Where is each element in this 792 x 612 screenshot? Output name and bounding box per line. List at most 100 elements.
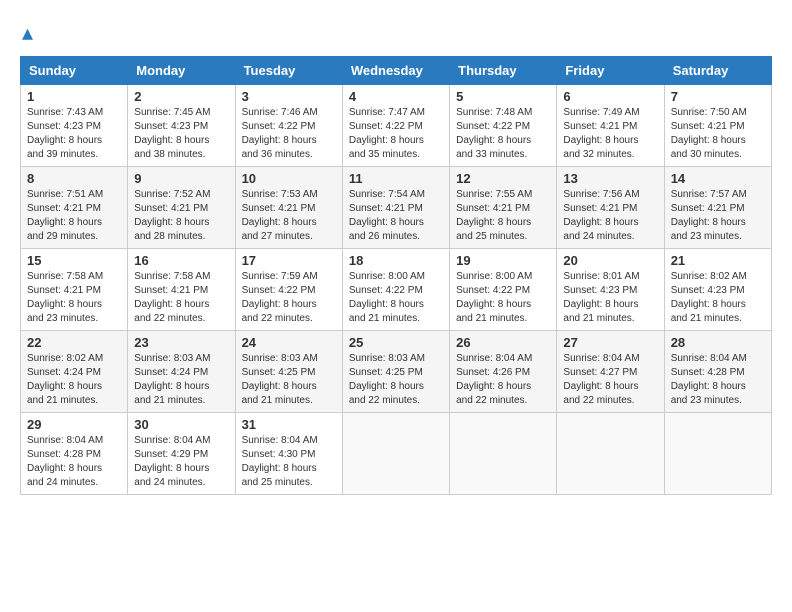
calendar-cell: 5 Sunrise: 7:48 AM Sunset: 4:22 PM Dayli… <box>450 85 557 167</box>
calendar-cell: 15 Sunrise: 7:58 AM Sunset: 4:21 PM Dayl… <box>21 249 128 331</box>
calendar-cell: 17 Sunrise: 7:59 AM Sunset: 4:22 PM Dayl… <box>235 249 342 331</box>
calendar-cell: 10 Sunrise: 7:53 AM Sunset: 4:21 PM Dayl… <box>235 167 342 249</box>
day-number: 1 <box>27 89 121 104</box>
calendar-cell: 29 Sunrise: 8:04 AM Sunset: 4:28 PM Dayl… <box>21 413 128 495</box>
calendar-cell <box>450 413 557 495</box>
cell-info: Sunrise: 7:59 AM Sunset: 4:22 PM Dayligh… <box>242 270 336 326</box>
calendar-cell: 21 Sunrise: 8:02 AM Sunset: 4:23 PM Dayl… <box>664 249 771 331</box>
cell-info: Sunrise: 8:04 AM Sunset: 4:26 PM Dayligh… <box>456 352 550 408</box>
cell-info: Sunrise: 8:00 AM Sunset: 4:22 PM Dayligh… <box>349 270 443 326</box>
cell-info: Sunrise: 7:46 AM Sunset: 4:22 PM Dayligh… <box>242 106 336 162</box>
calendar-week-row: 1 Sunrise: 7:43 AM Sunset: 4:23 PM Dayli… <box>21 85 772 167</box>
cell-info: Sunrise: 8:03 AM Sunset: 4:25 PM Dayligh… <box>349 352 443 408</box>
cell-info: Sunrise: 7:56 AM Sunset: 4:21 PM Dayligh… <box>563 188 657 244</box>
day-number: 25 <box>349 335 443 350</box>
day-number: 3 <box>242 89 336 104</box>
calendar-cell: 1 Sunrise: 7:43 AM Sunset: 4:23 PM Dayli… <box>21 85 128 167</box>
day-number: 15 <box>27 253 121 268</box>
day-number: 4 <box>349 89 443 104</box>
calendar-week-row: 22 Sunrise: 8:02 AM Sunset: 4:24 PM Dayl… <box>21 331 772 413</box>
calendar-cell: 30 Sunrise: 8:04 AM Sunset: 4:29 PM Dayl… <box>128 413 235 495</box>
cell-info: Sunrise: 8:02 AM Sunset: 4:23 PM Dayligh… <box>671 270 765 326</box>
cell-info: Sunrise: 8:00 AM Sunset: 4:22 PM Dayligh… <box>456 270 550 326</box>
day-number: 17 <box>242 253 336 268</box>
cell-info: Sunrise: 8:03 AM Sunset: 4:24 PM Dayligh… <box>134 352 228 408</box>
calendar-cell: 7 Sunrise: 7:50 AM Sunset: 4:21 PM Dayli… <box>664 85 771 167</box>
calendar-col-header: Thursday <box>450 57 557 85</box>
calendar-cell <box>342 413 449 495</box>
cell-info: Sunrise: 8:02 AM Sunset: 4:24 PM Dayligh… <box>27 352 121 408</box>
calendar-cell <box>557 413 664 495</box>
logo: ▴ <box>20 20 33 46</box>
logo-bird-icon: ▴ <box>22 20 33 46</box>
day-number: 12 <box>456 171 550 186</box>
calendar-week-row: 29 Sunrise: 8:04 AM Sunset: 4:28 PM Dayl… <box>21 413 772 495</box>
cell-info: Sunrise: 7:53 AM Sunset: 4:21 PM Dayligh… <box>242 188 336 244</box>
day-number: 28 <box>671 335 765 350</box>
cell-info: Sunrise: 8:04 AM Sunset: 4:28 PM Dayligh… <box>27 434 121 490</box>
cell-info: Sunrise: 7:58 AM Sunset: 4:21 PM Dayligh… <box>134 270 228 326</box>
calendar-cell: 31 Sunrise: 8:04 AM Sunset: 4:30 PM Dayl… <box>235 413 342 495</box>
cell-info: Sunrise: 8:04 AM Sunset: 4:28 PM Dayligh… <box>671 352 765 408</box>
cell-info: Sunrise: 8:04 AM Sunset: 4:27 PM Dayligh… <box>563 352 657 408</box>
cell-info: Sunrise: 7:51 AM Sunset: 4:21 PM Dayligh… <box>27 188 121 244</box>
day-number: 19 <box>456 253 550 268</box>
calendar-cell: 14 Sunrise: 7:57 AM Sunset: 4:21 PM Dayl… <box>664 167 771 249</box>
cell-info: Sunrise: 8:04 AM Sunset: 4:30 PM Dayligh… <box>242 434 336 490</box>
calendar-cell: 16 Sunrise: 7:58 AM Sunset: 4:21 PM Dayl… <box>128 249 235 331</box>
calendar-cell: 12 Sunrise: 7:55 AM Sunset: 4:21 PM Dayl… <box>450 167 557 249</box>
calendar-cell: 4 Sunrise: 7:47 AM Sunset: 4:22 PM Dayli… <box>342 85 449 167</box>
cell-info: Sunrise: 7:45 AM Sunset: 4:23 PM Dayligh… <box>134 106 228 162</box>
calendar-cell: 20 Sunrise: 8:01 AM Sunset: 4:23 PM Dayl… <box>557 249 664 331</box>
calendar-cell: 6 Sunrise: 7:49 AM Sunset: 4:21 PM Dayli… <box>557 85 664 167</box>
cell-info: Sunrise: 7:54 AM Sunset: 4:21 PM Dayligh… <box>349 188 443 244</box>
calendar-header-row: SundayMondayTuesdayWednesdayThursdayFrid… <box>21 57 772 85</box>
day-number: 24 <box>242 335 336 350</box>
day-number: 5 <box>456 89 550 104</box>
calendar-cell: 27 Sunrise: 8:04 AM Sunset: 4:27 PM Dayl… <box>557 331 664 413</box>
day-number: 2 <box>134 89 228 104</box>
calendar-cell: 2 Sunrise: 7:45 AM Sunset: 4:23 PM Dayli… <box>128 85 235 167</box>
calendar-col-header: Saturday <box>664 57 771 85</box>
cell-info: Sunrise: 7:49 AM Sunset: 4:21 PM Dayligh… <box>563 106 657 162</box>
calendar-cell: 11 Sunrise: 7:54 AM Sunset: 4:21 PM Dayl… <box>342 167 449 249</box>
calendar-cell: 28 Sunrise: 8:04 AM Sunset: 4:28 PM Dayl… <box>664 331 771 413</box>
day-number: 11 <box>349 171 443 186</box>
day-number: 6 <box>563 89 657 104</box>
page-header: ▴ <box>20 20 772 46</box>
day-number: 14 <box>671 171 765 186</box>
cell-info: Sunrise: 7:57 AM Sunset: 4:21 PM Dayligh… <box>671 188 765 244</box>
cell-info: Sunrise: 7:43 AM Sunset: 4:23 PM Dayligh… <box>27 106 121 162</box>
cell-info: Sunrise: 7:50 AM Sunset: 4:21 PM Dayligh… <box>671 106 765 162</box>
day-number: 18 <box>349 253 443 268</box>
calendar-col-header: Friday <box>557 57 664 85</box>
day-number: 27 <box>563 335 657 350</box>
calendar-week-row: 15 Sunrise: 7:58 AM Sunset: 4:21 PM Dayl… <box>21 249 772 331</box>
calendar-cell: 26 Sunrise: 8:04 AM Sunset: 4:26 PM Dayl… <box>450 331 557 413</box>
day-number: 29 <box>27 417 121 432</box>
calendar-cell: 8 Sunrise: 7:51 AM Sunset: 4:21 PM Dayli… <box>21 167 128 249</box>
calendar-col-header: Tuesday <box>235 57 342 85</box>
day-number: 21 <box>671 253 765 268</box>
calendar-cell: 23 Sunrise: 8:03 AM Sunset: 4:24 PM Dayl… <box>128 331 235 413</box>
day-number: 10 <box>242 171 336 186</box>
calendar-cell: 19 Sunrise: 8:00 AM Sunset: 4:22 PM Dayl… <box>450 249 557 331</box>
cell-info: Sunrise: 7:58 AM Sunset: 4:21 PM Dayligh… <box>27 270 121 326</box>
calendar-cell: 25 Sunrise: 8:03 AM Sunset: 4:25 PM Dayl… <box>342 331 449 413</box>
calendar-cell: 24 Sunrise: 8:03 AM Sunset: 4:25 PM Dayl… <box>235 331 342 413</box>
day-number: 23 <box>134 335 228 350</box>
cell-info: Sunrise: 7:55 AM Sunset: 4:21 PM Dayligh… <box>456 188 550 244</box>
calendar-col-header: Monday <box>128 57 235 85</box>
day-number: 30 <box>134 417 228 432</box>
calendar-col-header: Sunday <box>21 57 128 85</box>
calendar-cell: 22 Sunrise: 8:02 AM Sunset: 4:24 PM Dayl… <box>21 331 128 413</box>
day-number: 7 <box>671 89 765 104</box>
day-number: 16 <box>134 253 228 268</box>
cell-info: Sunrise: 8:01 AM Sunset: 4:23 PM Dayligh… <box>563 270 657 326</box>
day-number: 22 <box>27 335 121 350</box>
day-number: 9 <box>134 171 228 186</box>
calendar-table: SundayMondayTuesdayWednesdayThursdayFrid… <box>20 56 772 495</box>
day-number: 26 <box>456 335 550 350</box>
cell-info: Sunrise: 8:03 AM Sunset: 4:25 PM Dayligh… <box>242 352 336 408</box>
calendar-cell: 18 Sunrise: 8:00 AM Sunset: 4:22 PM Dayl… <box>342 249 449 331</box>
